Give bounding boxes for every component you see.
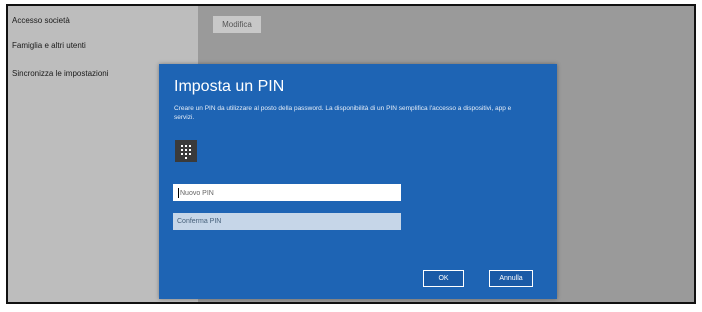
new-pin-input[interactable]: Nuovo PIN [173,184,401,201]
ok-button[interactable]: OK [423,270,464,287]
text-cursor [178,188,179,199]
sidebar-item-sincronizza[interactable]: Sincronizza le impostazioni [12,69,109,78]
keypad-icon [175,140,197,162]
edit-button[interactable]: Modifica [213,16,261,33]
set-pin-dialog: Imposta un PIN Creare un PIN da utilizza… [159,64,557,299]
dialog-description: Creare un PIN da utilizzare al posto del… [174,105,512,121]
dialog-title: Imposta un PIN [174,78,285,95]
settings-window: Accesso società Famiglia e altri utenti … [6,4,696,304]
confirm-pin-placeholder: Conferma PIN [177,218,222,225]
sidebar-item-accesso-societa[interactable]: Accesso società [12,16,70,25]
sidebar-item-famiglia[interactable]: Famiglia e altri utenti [12,41,86,50]
cancel-button[interactable]: Annulla [489,270,533,287]
confirm-pin-input[interactable]: Conferma PIN [173,213,401,230]
new-pin-placeholder: Nuovo PIN [180,190,214,197]
